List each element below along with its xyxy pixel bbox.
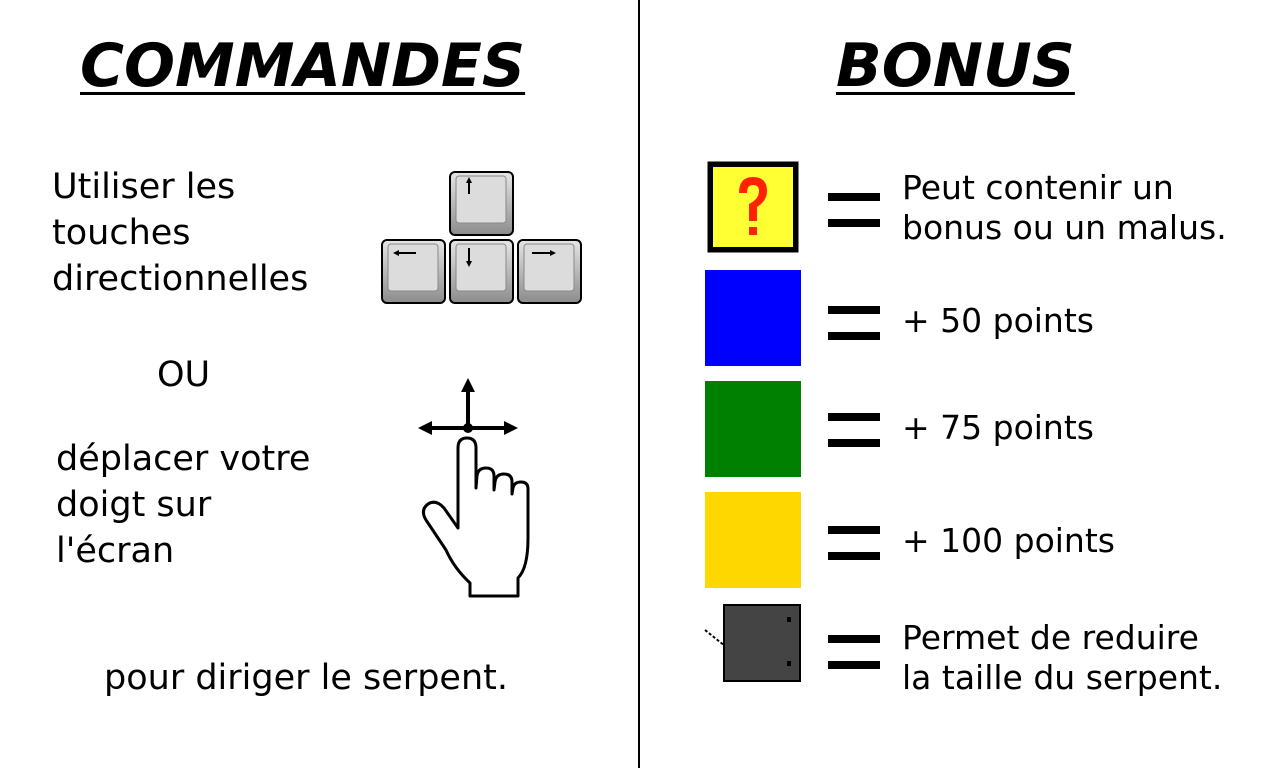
green-square-icon [705,381,801,477]
bonus-title: BONUS [836,31,1075,101]
equals-sign-3 [828,413,880,447]
mystery-box-icon [707,161,799,253]
or-text: OU [157,355,211,395]
equals-sign-2 [828,306,880,340]
arrow-keys-icon [381,171,582,304]
arrow-up-key-icon [449,171,514,236]
reduce-snake-text: Permet de reduire la taille du serpent. [902,618,1223,697]
keys-instruction-text: Utiliser les touches directionnelles [52,167,309,299]
equals-sign-1 [828,193,880,227]
swipe-hand-icon [418,378,530,598]
green-bonus-text: + 75 points [902,408,1094,447]
mystery-box-text: Peut contenir un bonus ou un malus. [902,168,1227,247]
commands-title: COMMANDES [80,31,526,101]
arrow-down-key-icon [449,239,514,304]
equals-sign-4 [828,526,880,560]
touch-instruction-text: déplacer votre doigt sur l'écran [56,439,311,571]
scissors-block-icon [704,604,801,682]
column-divider [638,0,640,768]
blue-square-icon [705,270,801,366]
yellow-square-icon [705,492,801,588]
arrow-right-key-icon [517,239,582,304]
yellow-bonus-text: + 100 points [902,521,1115,560]
blue-bonus-text: + 50 points [902,301,1094,340]
footer-text: pour diriger le serpent. [104,658,508,698]
arrow-left-key-icon [381,239,446,304]
equals-sign-5 [828,635,880,669]
